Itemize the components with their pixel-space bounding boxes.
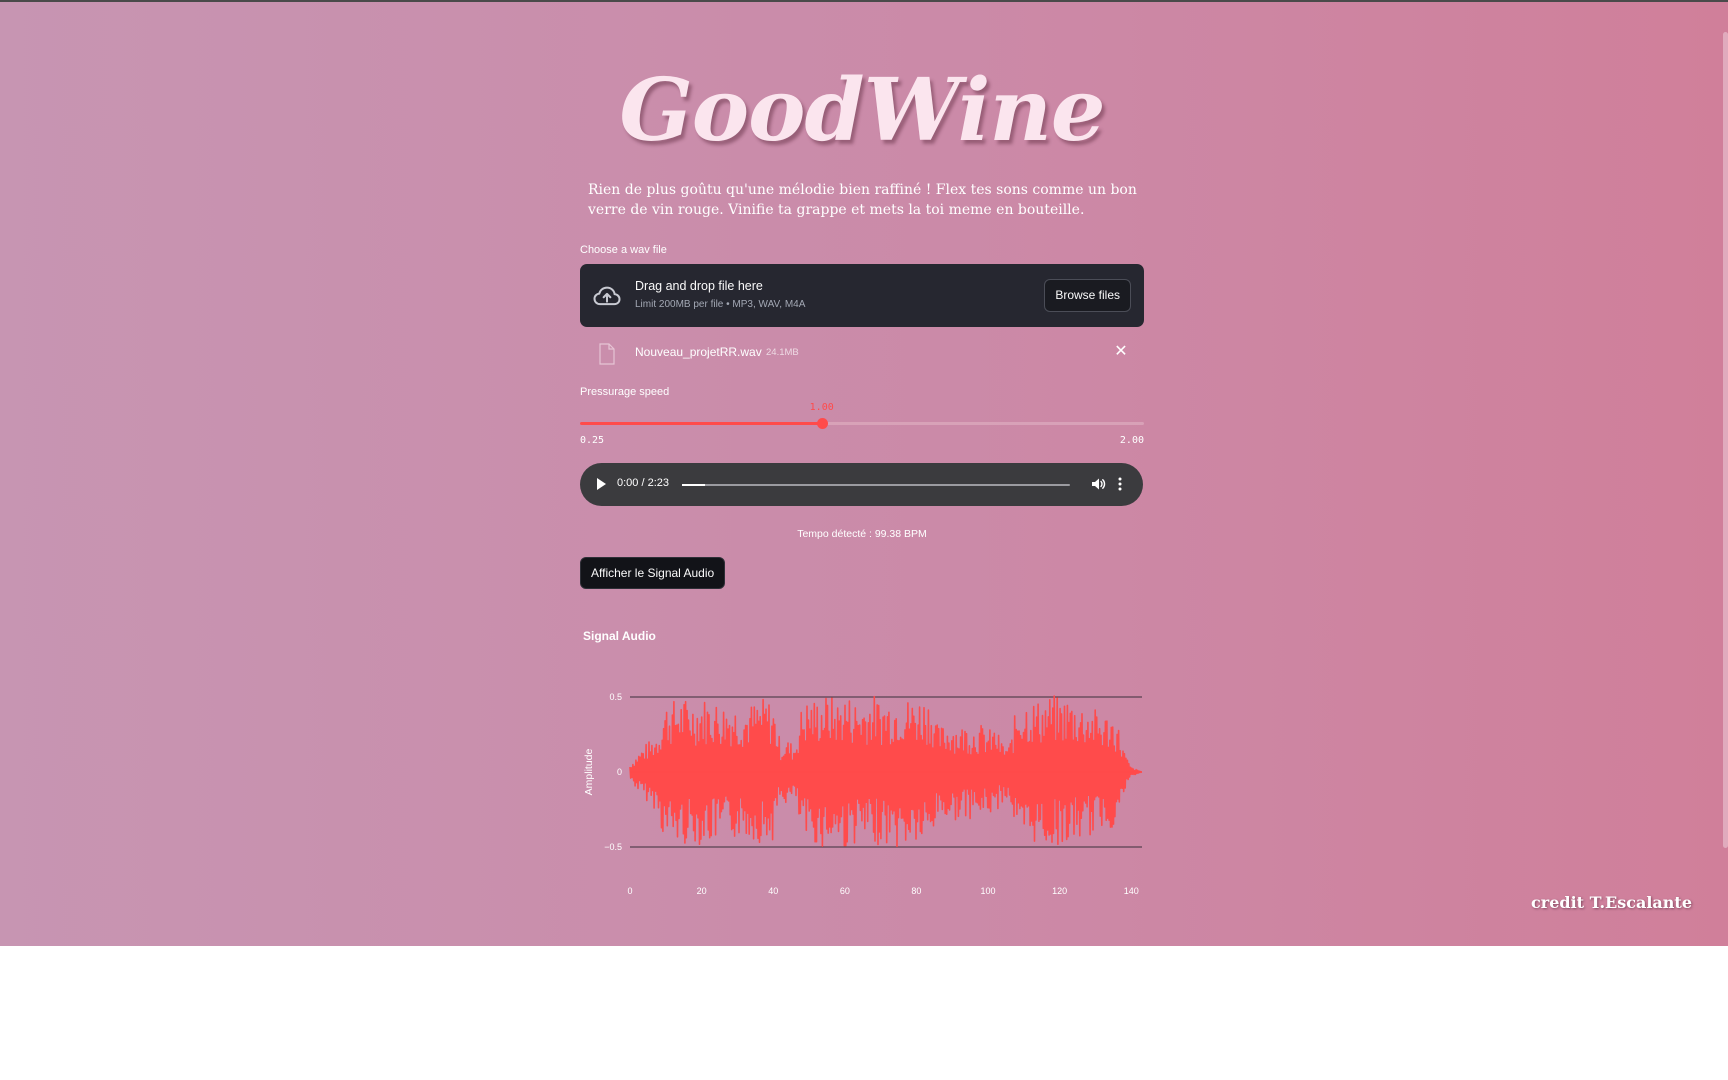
intro-text: Rien de plus goûtu qu'une mélodie bien r… <box>588 182 1137 218</box>
remove-file-icon[interactable]: ✕ <box>1112 342 1130 360</box>
dropzone-subtitle: Limit 200MB per file • MP3, WAV, M4A <box>635 299 806 310</box>
browse-files-button[interactable]: Browse files <box>1044 279 1131 312</box>
show-signal-button[interactable]: Afficher le Signal Audio <box>580 557 726 589</box>
x-tick-label: 140 <box>1124 886 1139 896</box>
player-time: 0:00 / 2:23 <box>617 477 669 489</box>
pressurage-speed-slider[interactable]: 1.00 0.25 2.00 <box>580 402 1144 452</box>
slider-value: 1.00 <box>809 402 834 413</box>
y-tick-label: 0.5 <box>609 692 622 702</box>
player-progress-fill <box>682 484 706 486</box>
y-tick-label: −0.5 <box>604 842 622 852</box>
play-icon[interactable] <box>597 478 606 490</box>
x-tick-label: 60 <box>840 886 850 896</box>
x-tick-label: 80 <box>911 886 921 896</box>
slider-label: Pressurage speed <box>580 386 670 398</box>
file-name: Nouveau_projetRR.wav <box>635 345 762 359</box>
slider-thumb[interactable] <box>816 418 828 429</box>
uploaded-file-row: Nouveau_projetRR.wav 24.1MB ✕ <box>580 338 1144 368</box>
uploader-label: Choose a wav file <box>580 244 667 256</box>
file-dropzone[interactable]: Drag and drop file here Limit 200MB per … <box>580 264 1144 327</box>
file-icon <box>599 343 615 365</box>
y-axis-label: Amplitude <box>583 749 595 796</box>
x-tick-label: 40 <box>768 886 778 896</box>
x-tick-label: 20 <box>697 886 707 896</box>
audio-signal-chart: −0.500.5020406080100120140Temps (s)Ampli… <box>583 692 1143 896</box>
slider-fill <box>580 422 822 425</box>
app-background: GoodWine Rien de plus goûtu qu'une mélod… <box>0 0 1728 946</box>
waveform-series-line <box>629 695 1143 848</box>
chart-title: Signal Audio <box>583 629 656 643</box>
player-progress-bar[interactable] <box>682 484 1070 486</box>
dropzone-title: Drag and drop file here <box>635 279 763 293</box>
slider-min-label: 0.25 <box>580 435 605 446</box>
scrollbar[interactable] <box>1723 32 1728 848</box>
x-tick-label: 120 <box>1052 886 1067 896</box>
tempo-text: Tempo détecté : 99.38 BPM <box>797 528 927 540</box>
audio-player: 0:00 / 2:23 <box>580 463 1143 506</box>
file-size: 24.1MB <box>766 347 799 358</box>
credit-text: credit T.Escalante <box>1531 893 1692 912</box>
y-tick-label: 0 <box>617 767 622 777</box>
x-tick-label: 100 <box>981 886 996 896</box>
app-title: GoodWine <box>619 60 1105 161</box>
x-tick-label: 0 <box>627 886 632 896</box>
more-options-icon[interactable] <box>1117 475 1123 493</box>
slider-max-label: 2.00 <box>1119 435 1144 446</box>
cloud-upload-icon <box>593 286 621 306</box>
volume-icon[interactable] <box>1090 476 1106 492</box>
